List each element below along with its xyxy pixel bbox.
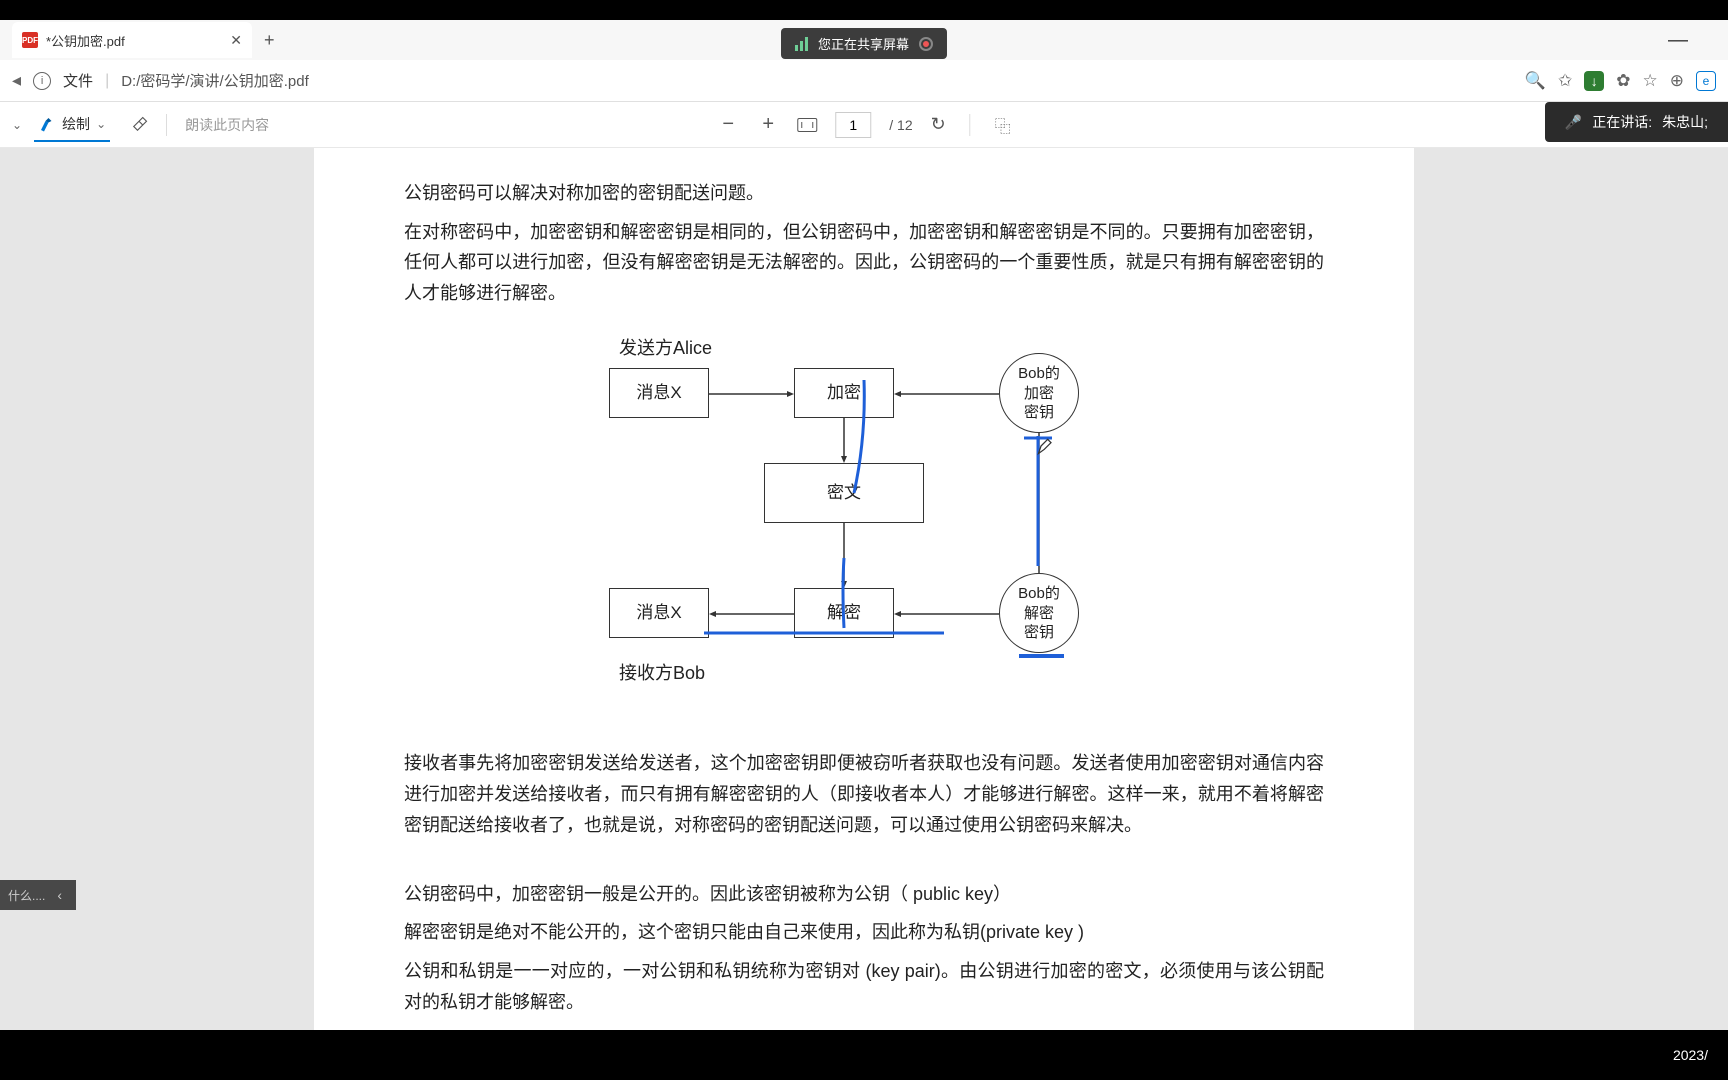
page-input[interactable] (835, 112, 871, 138)
favorite-icon[interactable]: ✩ (1558, 71, 1572, 91)
highlighter-icon (38, 115, 56, 133)
pdf-viewport[interactable]: 公钥密码可以解决对称加密的密钥配送问题。 在对称密码中，加密密钥和解密密钥是相同… (0, 148, 1728, 1030)
speaking-prefix: 正在讲话: (1592, 112, 1652, 132)
chevron-down-icon[interactable]: ⌄ (96, 117, 106, 131)
zoom-out-button[interactable]: − (717, 113, 739, 136)
box-message-x: 消息X (609, 368, 709, 418)
mic-icon: 🎤 (1565, 114, 1582, 131)
screen-share-banner[interactable]: 您正在共享屏幕 (781, 28, 947, 59)
speaking-name: 朱忠山; (1662, 112, 1708, 132)
paragraph: 公钥密码可以解决对称加密的密钥配送问题。 (404, 178, 1324, 209)
share-banner-text: 您正在共享屏幕 (818, 34, 909, 53)
collections-icon[interactable]: ⊕ (1670, 71, 1684, 91)
circle-bob-dec-key: Bob的解密密钥 (999, 573, 1079, 653)
pdf-page: 公钥密码可以解决对称加密的密钥配送问题。 在对称密码中，加密密钥和解密密钥是相同… (314, 148, 1414, 1030)
speaking-indicator: 🎤 正在讲话: 朱忠山; (1545, 102, 1728, 142)
close-tab-icon[interactable]: ✕ (230, 32, 242, 49)
zoom-in-button[interactable]: + (757, 113, 779, 136)
read-aloud-button[interactable]: 朗读此页内容 (185, 115, 269, 135)
zoom-icon[interactable]: 🔍 (1525, 71, 1546, 91)
sidebar-label: 什么.... (8, 887, 45, 904)
encryption-diagram: 发送方Alice 消息X 加密 Bob的加密密钥 密文 消息X 解密 Bob的解… (604, 338, 1124, 708)
box-encrypt: 加密 (794, 368, 894, 418)
circle-bob-enc-key: Bob的加密密钥 (999, 353, 1079, 433)
pen-cursor-icon (1036, 436, 1056, 456)
favorites-bar-icon[interactable]: ☆ (1643, 71, 1658, 91)
erase-icon[interactable] (130, 113, 148, 136)
record-icon[interactable] (919, 37, 933, 51)
paragraph: 公钥和私钥是一一对应的，一对公钥和私钥统称为密钥对 (key pair)。由公钥… (404, 956, 1324, 1017)
extensions-icon[interactable]: ✿ (1616, 71, 1630, 91)
sidebar-collapse-handle[interactable]: 什么.... ‹ (0, 880, 76, 910)
paragraph: 接收者事先将加密密钥发送给发送者，这个加密密钥即便被窃听者获取也没有问题。发送者… (404, 748, 1324, 840)
draw-label: 绘制 (62, 114, 90, 134)
box-message-x-2: 消息X (609, 588, 709, 638)
box-decrypt: 解密 (794, 588, 894, 638)
paragraph: 在对称密码中，加密密钥和解密密钥是相同的，但公钥密码中，加密密钥和解密密钥是不同… (404, 217, 1324, 309)
tab-title: *公钥加密.pdf (46, 31, 222, 50)
file-path: D:/密码学/演讲/公钥加密.pdf (121, 70, 309, 91)
pdf-toolbar: ⌄ 绘制 ⌄ 朗读此页内容 − + / 12 ↻ ⿻ 🎤 正在讲话: 朱忠山; (0, 102, 1728, 148)
page-total: / 12 (889, 117, 912, 133)
chevron-left-icon: ‹ (57, 887, 62, 903)
paragraph: 解密密钥是绝对不能公开的，这个密钥只能由自己来使用，因此称为私钥(private… (404, 917, 1324, 948)
paragraph: 公钥密码中，加密密钥一般是公开的。因此该密钥被称为公钥（ public key） (404, 879, 1324, 910)
clock[interactable]: 2023/ (1673, 1047, 1708, 1063)
rotate-icon[interactable]: ↻ (931, 114, 946, 135)
download-icon[interactable]: ↓ (1584, 71, 1604, 91)
box-ciphertext: 密文 (764, 463, 924, 523)
sender-label: 发送方Alice (619, 333, 712, 364)
fit-page-icon[interactable] (797, 118, 817, 132)
page-view-icon[interactable]: ⿻ (995, 113, 1011, 137)
address-bar: ◂ i 文件 | D:/密码学/演讲/公钥加密.pdf 🔍 ✩ ↓ ✿ ☆ ⊕ … (0, 60, 1728, 102)
window-minimize-icon[interactable]: — (1668, 29, 1688, 52)
pdf-icon: PDF (22, 32, 38, 48)
ie-mode-icon[interactable]: e (1696, 71, 1716, 91)
active-tab[interactable]: PDF *公钥加密.pdf ✕ (12, 22, 252, 58)
new-tab-button[interactable]: + (264, 30, 275, 51)
toc-toggle-icon[interactable]: ⌄ (12, 118, 22, 132)
browser-tab-bar: PDF *公钥加密.pdf ✕ + 您正在共享屏幕 — (0, 20, 1728, 60)
info-icon[interactable]: i (33, 72, 51, 90)
signal-icon (795, 37, 808, 51)
draw-tool-button[interactable]: 绘制 ⌄ (34, 108, 110, 142)
file-label: 文件 (63, 70, 93, 91)
back-dropdown-icon[interactable]: ◂ (12, 70, 21, 91)
receiver-label: 接收方Bob (619, 658, 705, 689)
divider: | (105, 72, 109, 90)
taskbar: 2023/ (0, 1030, 1728, 1080)
